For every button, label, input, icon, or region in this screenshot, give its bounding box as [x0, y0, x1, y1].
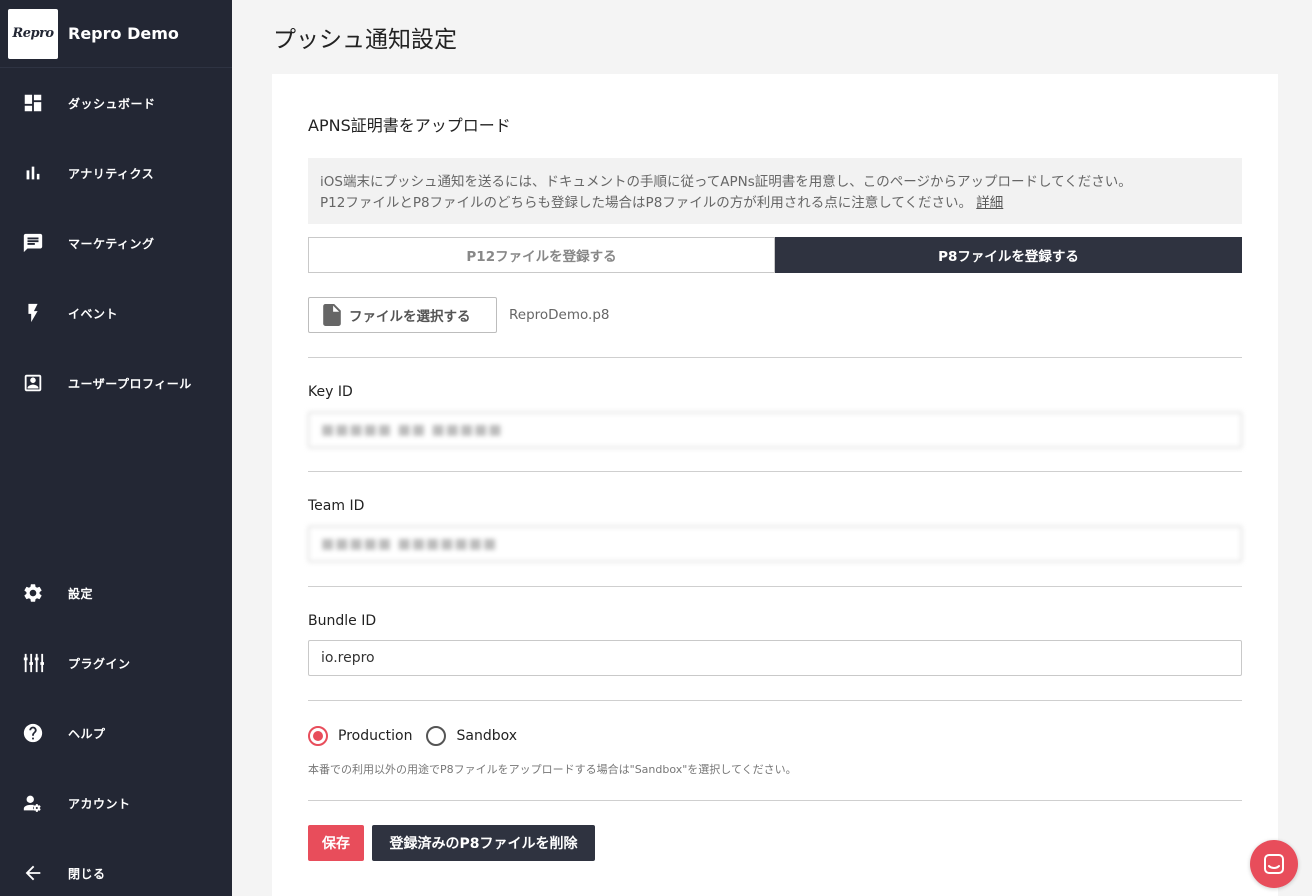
sidebar-item-label: アカウント — [68, 796, 131, 811]
chat-launcher-button[interactable] — [1250, 840, 1298, 888]
environment-radio-group: Production Sandbox — [308, 726, 531, 746]
key-id-label: Key ID — [308, 384, 353, 400]
tab-p8[interactable]: P8ファイルを登録する — [775, 237, 1242, 273]
sidebar-item-marketing[interactable]: マーケティング — [0, 223, 232, 263]
app-name: Repro Demo — [68, 24, 179, 43]
divider — [308, 586, 1242, 587]
apns-settings-card: APNS証明書をアップロード iOS端末にプッシュ通知を送るには、ドキュメントの… — [272, 74, 1278, 896]
environment-help-text: 本番での利用以外の用途でP8ファイルをアップロードする場合は"Sandbox"を… — [308, 763, 797, 776]
sidebar-item-help[interactable]: ヘルプ — [0, 713, 232, 753]
sidebar-item-label: 設定 — [68, 586, 94, 601]
sidebar-item-settings[interactable]: 設定 — [0, 573, 232, 613]
details-link[interactable]: 詳細 — [976, 195, 1003, 211]
selected-file-name: ReproDemo.p8 — [509, 307, 610, 323]
radio-label: Sandbox — [456, 728, 518, 744]
sidebar-item-label: ヘルプ — [68, 726, 106, 741]
radio-selected-indicator — [308, 726, 328, 746]
team-id-input[interactable] — [308, 526, 1242, 562]
key-id-input[interactable] — [308, 412, 1242, 448]
divider — [308, 800, 1242, 801]
sidebar-item-label: 閉じる — [68, 866, 106, 881]
radio-label: Production — [338, 728, 413, 744]
tab-p12[interactable]: P12ファイルを登録する — [308, 237, 775, 273]
radio-indicator — [426, 726, 447, 746]
divider — [308, 700, 1242, 701]
plugin-icon — [22, 652, 44, 674]
sidebar-item-analytics[interactable]: アナリティクス — [0, 153, 232, 193]
account-settings-icon — [22, 792, 44, 814]
section-title: APNS証明書をアップロード — [308, 116, 511, 135]
sidebar-item-label: ユーザープロフィール — [68, 376, 192, 391]
page-title: プッシュ通知設定 — [273, 27, 457, 53]
bundle-id-label: Bundle ID — [308, 613, 377, 629]
message-icon — [22, 232, 44, 254]
sidebar-item-account[interactable]: アカウント — [0, 783, 232, 823]
arrow-left-icon — [22, 862, 44, 884]
brand-header[interactable]: Repro Repro Demo — [0, 0, 232, 68]
notice-line-1: iOS端末にプッシュ通知を送るには、ドキュメントの手順に従ってAPNs証明書を用… — [320, 174, 1132, 190]
sidebar: Repro Repro Demo ダッシュボード アナリティクス マーケティング… — [0, 0, 232, 896]
bar-chart-icon — [22, 162, 44, 184]
gear-icon — [22, 582, 44, 604]
sidebar-item-label: イベント — [68, 306, 119, 321]
dashboard-icon — [22, 92, 44, 114]
radio-production[interactable]: Production — [308, 726, 412, 746]
sidebar-item-events[interactable]: イベント — [0, 293, 232, 333]
sidebar-item-plugins[interactable]: プラグイン — [0, 643, 232, 683]
choose-file-button[interactable]: ファイルを選択する — [308, 297, 497, 333]
sidebar-item-dashboard[interactable]: ダッシュボード — [0, 83, 232, 123]
file-type-toggle: P12ファイルを登録する P8ファイルを登録する — [308, 237, 1242, 273]
sidebar-item-label: ダッシュボード — [68, 96, 156, 111]
choose-file-label: ファイルを選択する — [349, 309, 471, 325]
profile-icon — [22, 372, 44, 394]
radio-sandbox[interactable]: Sandbox — [426, 726, 517, 746]
divider — [308, 357, 1242, 358]
file-icon — [323, 304, 341, 326]
notice-line-2: P12ファイルとP8ファイルのどちらも登録した場合はP8ファイルの方が利用される… — [320, 195, 1004, 211]
delete-p8-button[interactable]: 登録済みのP8ファイルを削除 — [372, 825, 595, 861]
help-icon — [22, 722, 44, 744]
repro-logo: Repro — [8, 8, 58, 59]
bundle-id-input[interactable] — [308, 640, 1242, 676]
info-notice: iOS端末にプッシュ通知を送るには、ドキュメントの手順に従ってAPNs証明書を用… — [308, 158, 1242, 224]
team-id-label: Team ID — [308, 498, 365, 514]
sidebar-item-user-profile[interactable]: ユーザープロフィール — [0, 363, 232, 403]
sidebar-item-label: マーケティング — [68, 236, 155, 251]
sidebar-item-label: アナリティクス — [68, 166, 155, 181]
logo-text: Repro — [12, 26, 54, 41]
sidebar-item-close[interactable]: 閉じる — [0, 853, 232, 893]
chat-icon — [1264, 854, 1284, 874]
sidebar-item-label: プラグイン — [68, 656, 131, 671]
divider — [308, 471, 1242, 472]
bolt-icon — [22, 302, 44, 324]
save-button[interactable]: 保存 — [308, 825, 364, 861]
